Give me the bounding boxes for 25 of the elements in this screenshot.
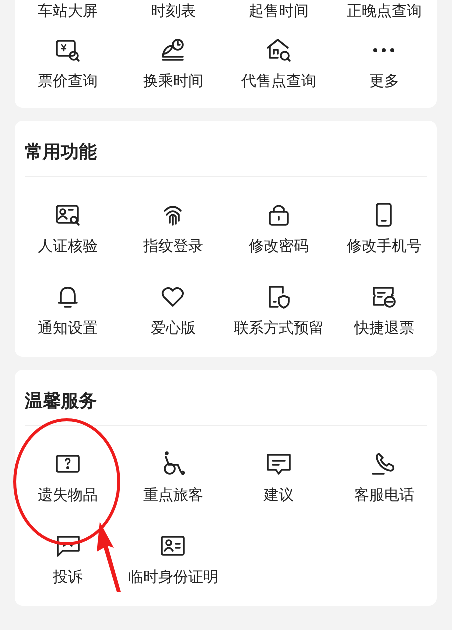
function-item[interactable]: 修改密码: [226, 187, 332, 269]
function-label[interactable]: 起售时间: [226, 0, 332, 22]
function-item[interactable]: 投诉: [15, 518, 120, 600]
function-item[interactable]: 指纹登录: [120, 187, 226, 269]
function-item[interactable]: 重点旅客: [120, 436, 226, 518]
function-item[interactable]: 临时身份证明: [120, 518, 226, 600]
house-search-icon: [264, 36, 293, 64]
function-item[interactable]: 通知设置: [15, 269, 120, 351]
section-title: 常用功能: [24, 141, 98, 165]
function-label[interactable]: 车站大屏: [15, 0, 120, 22]
function-item[interactable]: 建议: [226, 436, 332, 518]
function-item[interactable]: 联系方式预留: [226, 269, 332, 351]
function-item[interactable]: 客服电话: [332, 436, 437, 518]
section-title: 温馨服务: [24, 390, 98, 414]
function-item[interactable]: 人证核验: [15, 187, 120, 269]
function-item[interactable]: 更多: [332, 22, 437, 104]
function-item[interactable]: 爱心版: [120, 269, 226, 351]
function-item[interactable]: 换乘时间: [120, 22, 226, 104]
function-label[interactable]: 时刻表: [120, 0, 226, 22]
function-label[interactable]: 正晚点查询: [332, 0, 437, 22]
more-icon: [373, 48, 396, 52]
function-item[interactable]: 修改手机号: [332, 187, 437, 269]
function-item[interactable]: 代售点查询: [226, 22, 332, 104]
function-item[interactable]: 快捷退票: [332, 269, 437, 351]
function-item[interactable]: 票价查询: [15, 22, 120, 104]
